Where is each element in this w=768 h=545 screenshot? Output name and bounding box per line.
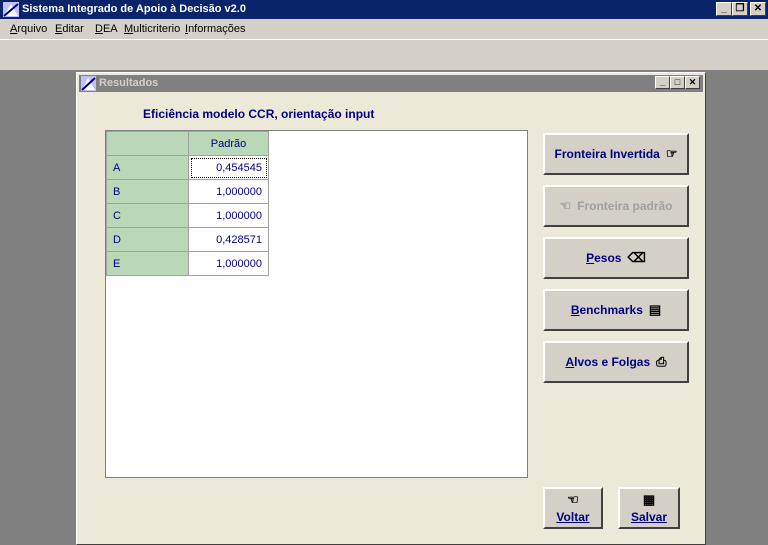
table-row: C 1,000000	[106, 203, 269, 228]
menu-dea[interactable]: DEA	[95, 23, 118, 35]
alvos-folgas-label: Alvos e Folgas	[565, 355, 651, 369]
table-corner	[106, 131, 189, 156]
document-icon: ▤	[648, 302, 662, 317]
table-row: A 0,454545	[106, 155, 269, 180]
menu-editar[interactable]: Editar	[55, 23, 84, 35]
benchmarks-label: Benchmarks	[570, 303, 643, 317]
table-header-row: Padrão	[106, 131, 269, 156]
app-title: Sistema Integrado de Apoio à Decisão v2.…	[22, 3, 246, 15]
menu-multicriterio[interactable]: Multicriterio	[124, 23, 180, 35]
pesos-label: Pesos	[586, 251, 622, 265]
menubar: Arquivo Editar DEA Multicriterio Informa…	[0, 19, 768, 39]
row-header: C	[106, 203, 189, 228]
printer-icon: ⎙	[656, 354, 667, 369]
app-titlebar: Sistema Integrado de Apoio à Decisão v2.…	[0, 0, 768, 19]
table-cell[interactable]: 1,000000	[188, 251, 269, 276]
fronteira-padrao-label: Fronteira padrão	[577, 199, 673, 213]
fronteira-padrao-button[interactable]: ☜ Fronteira padrão	[543, 185, 689, 227]
pesos-button[interactable]: Pesos ⌫	[543, 237, 689, 279]
pointing-left-hand-icon: ☜	[567, 492, 579, 507]
row-header: A	[106, 155, 189, 180]
salvar-label: Salvar	[630, 510, 668, 524]
window-minimize-button[interactable]: _	[655, 76, 670, 89]
voltar-button[interactable]: ☜ Voltar	[543, 487, 603, 529]
results-heading: Eficiência modelo CCR, orientação input	[143, 107, 375, 121]
voltar-label: Voltar	[556, 510, 590, 524]
close-button[interactable]: ✕	[750, 2, 766, 16]
fronteira-invertida-label: Fronteira Invertida	[554, 147, 660, 161]
results-table: Padrão A 0,454545 B 1,000000 C 1,000000 …	[106, 131, 269, 276]
table-cell[interactable]: 0,454545	[188, 155, 269, 180]
window-title: Resultados	[99, 77, 159, 89]
restore-button[interactable]: ❐	[732, 2, 748, 16]
row-header: D	[106, 227, 189, 252]
table-cell[interactable]: 1,000000	[188, 203, 269, 228]
app-icon	[3, 2, 19, 17]
benchmarks-button[interactable]: Benchmarks ▤	[543, 289, 689, 331]
window-icon	[81, 76, 96, 91]
table-row: D 0,428571	[106, 227, 269, 252]
table-row: E 1,000000	[106, 251, 269, 276]
pointing-left-hand-icon: ☜	[559, 198, 572, 213]
salvar-button[interactable]: ▦ Salvar	[618, 487, 680, 529]
window-maximize-button[interactable]: □	[670, 76, 685, 89]
table-cell[interactable]: 0,428571	[188, 227, 269, 252]
window-caption-buttons: _ □ ✕	[655, 76, 700, 89]
eraser-icon: ⌫	[627, 250, 646, 265]
minimize-button[interactable]: _	[716, 2, 732, 16]
pointing-right-hand-icon: ☞	[665, 146, 678, 161]
save-icon: ▦	[642, 492, 656, 507]
window-close-button[interactable]: ✕	[685, 76, 700, 89]
menu-arquivo[interactable]: Arquivo	[10, 23, 47, 35]
app-caption-buttons: _ ❐ ✕	[716, 2, 766, 16]
row-header: E	[106, 251, 189, 276]
row-header: B	[106, 179, 189, 204]
alvos-folgas-button[interactable]: Alvos e Folgas ⎙	[543, 341, 689, 383]
menu-informacoes[interactable]: Informações	[185, 23, 246, 35]
toolbar-strip	[0, 39, 768, 70]
results-titlebar: Resultados _ □ ✕	[79, 75, 703, 92]
table-cell[interactable]: 1,000000	[188, 179, 269, 204]
table-row: B 1,000000	[106, 179, 269, 204]
fronteira-invertida-button[interactable]: Fronteira Invertida ☞	[543, 133, 689, 175]
results-grid: Padrão A 0,454545 B 1,000000 C 1,000000 …	[105, 130, 528, 478]
column-header-padrao: Padrão	[188, 131, 269, 156]
